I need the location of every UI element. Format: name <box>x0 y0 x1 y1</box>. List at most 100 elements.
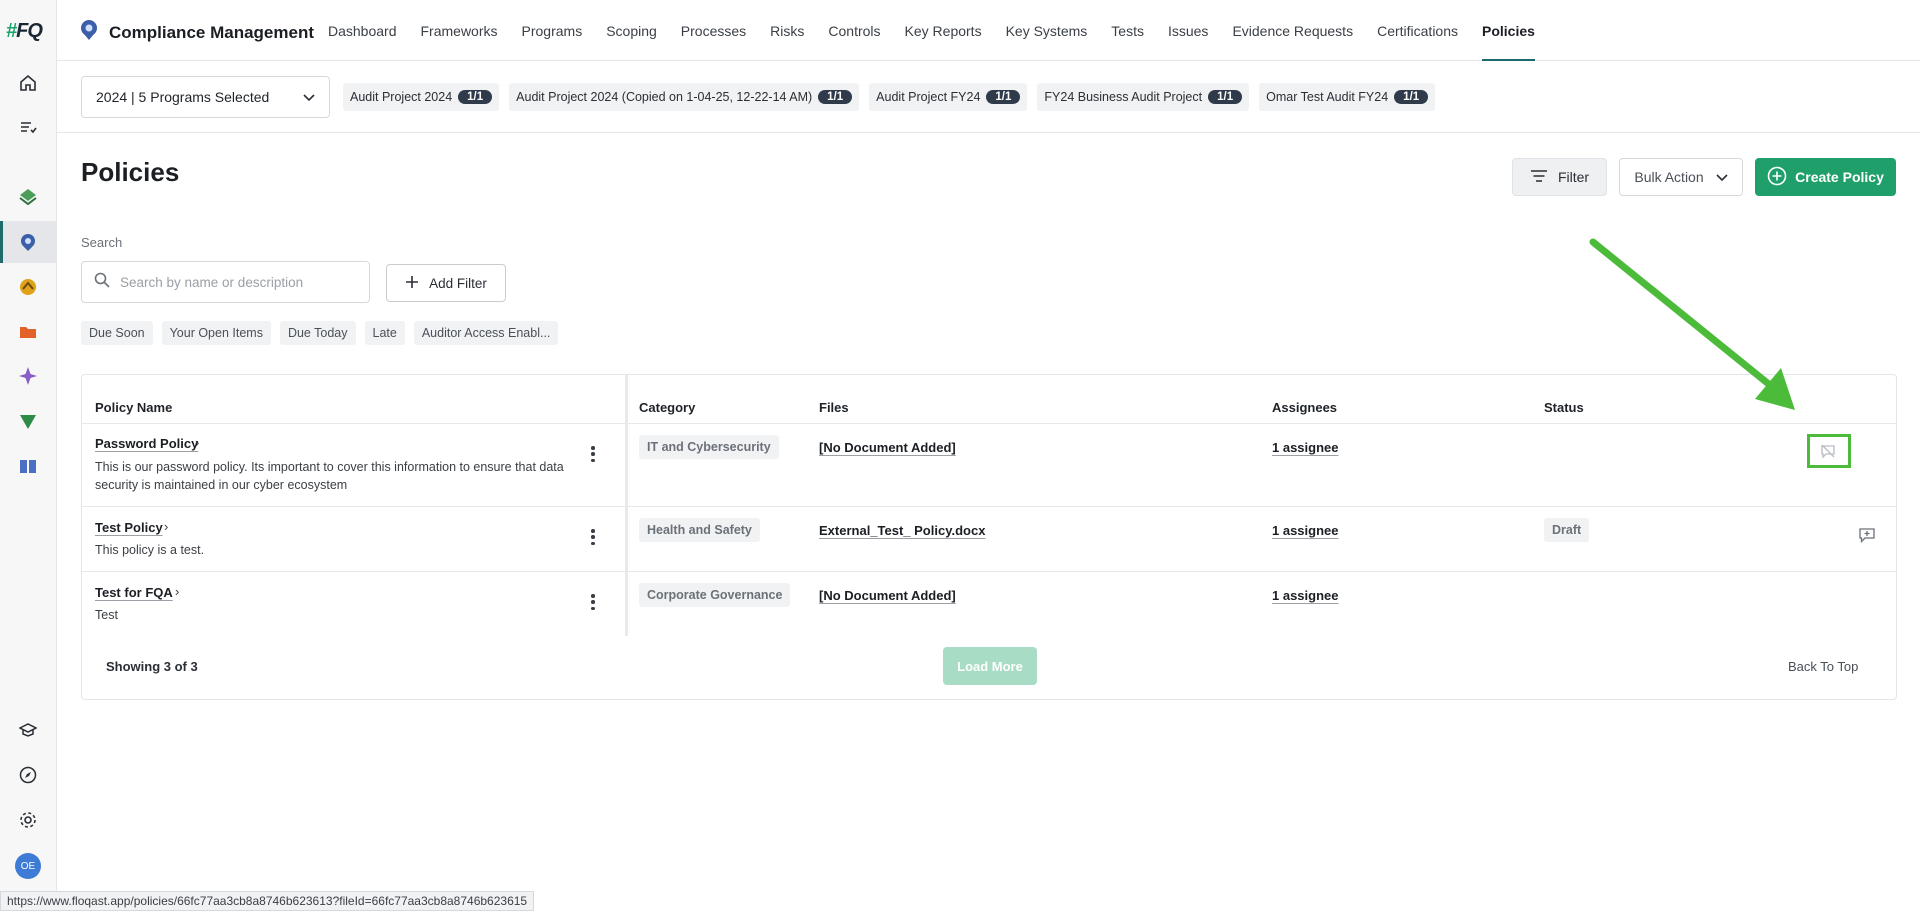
learning-cap-icon[interactable] <box>16 718 40 742</box>
assignees-link[interactable]: 1 assignee <box>1272 523 1339 538</box>
program-chip-label: Omar Test Audit FY24 <box>1266 90 1389 104</box>
folder-icon[interactable] <box>16 320 40 344</box>
annotation-arrow-icon <box>1589 238 1795 410</box>
create-policy-label: Create Policy <box>1795 169 1884 185</box>
nav-issues[interactable]: Issues <box>1168 0 1208 61</box>
user-avatar[interactable]: OE <box>15 853 41 879</box>
quick-filter-due-soon[interactable]: Due Soon <box>81 321 153 345</box>
column-header-policy-name[interactable]: Policy Name <box>95 400 172 415</box>
filter-button[interactable]: Filter <box>1512 158 1607 196</box>
policy-description: This policy is a test. <box>95 543 205 557</box>
row-menu-icon[interactable] <box>588 593 598 611</box>
program-chip[interactable]: Omar Test Audit FY24 1/1 <box>1259 83 1436 111</box>
policy-description: This is our password policy. Its importa… <box>95 460 564 492</box>
policy-name-link[interactable]: Test for FQA <box>95 585 173 600</box>
add-comment-icon[interactable] <box>1856 524 1878 546</box>
nav-frameworks[interactable]: Frameworks <box>421 0 498 61</box>
add-filter-button[interactable]: Add Filter <box>386 264 506 302</box>
policy-name-link[interactable]: Test Policy <box>95 520 163 535</box>
chevron-right-icon[interactable]: › <box>175 584 179 599</box>
column-header-files[interactable]: Files <box>819 400 849 415</box>
program-chip[interactable]: Audit Project FY24 1/1 <box>869 83 1028 111</box>
quick-filters: Due Soon Your Open Items Due Today Late … <box>81 321 559 345</box>
chevron-down-icon <box>1716 169 1728 185</box>
compass-icon[interactable] <box>16 763 40 787</box>
nav-processes[interactable]: Processes <box>681 0 746 61</box>
program-chip[interactable]: Audit Project 2024 1/1 <box>343 83 500 111</box>
nav-programs[interactable]: Programs <box>522 0 583 61</box>
plus-icon <box>405 275 419 292</box>
search-input[interactable] <box>120 274 360 290</box>
category-badge: Health and Safety <box>639 518 760 542</box>
chevron-down-icon <box>303 89 315 105</box>
file-link[interactable]: External_Test_ Policy.docx <box>819 523 985 538</box>
quick-filter-auditor-access[interactable]: Auditor Access Enabl... <box>413 321 559 345</box>
file-link[interactable]: [No Document Added] <box>819 588 956 603</box>
assignees-link[interactable]: 1 assignee <box>1272 440 1339 455</box>
chevron-right-icon[interactable]: › <box>164 519 168 534</box>
annotation-highlight-box <box>1807 434 1851 468</box>
nav-certifications[interactable]: Certifications <box>1377 0 1458 61</box>
filter-lines-icon <box>1530 169 1548 186</box>
nav-evidence-requests[interactable]: Evidence Requests <box>1232 0 1353 61</box>
home-icon[interactable] <box>16 71 40 95</box>
file-link[interactable]: [No Document Added] <box>819 440 956 455</box>
quick-filter-your-open-items[interactable]: Your Open Items <box>161 321 271 345</box>
settings-gear-icon[interactable] <box>16 808 40 832</box>
back-to-top-link[interactable]: Back To Top <box>1788 659 1858 674</box>
sparkle-icon[interactable] <box>16 364 40 388</box>
filter-button-label: Filter <box>1557 169 1590 185</box>
search-icon <box>94 272 110 293</box>
nav-tests[interactable]: Tests <box>1111 0 1144 61</box>
category-badge: IT and Cybersecurity <box>639 435 779 459</box>
divider <box>82 506 1896 507</box>
search-label: Search <box>81 235 123 250</box>
plus-circle-icon <box>1767 166 1787 189</box>
nav-key-reports[interactable]: Key Reports <box>905 0 982 61</box>
policy-name-link[interactable]: Password Policy <box>95 436 198 451</box>
bulk-action-dropdown[interactable]: Bulk Action <box>1619 158 1743 196</box>
quick-filter-late[interactable]: Late <box>364 321 405 345</box>
nav-risks[interactable]: Risks <box>770 0 804 61</box>
chevron-right-icon[interactable]: › <box>195 435 199 450</box>
app-title: Compliance Management <box>109 22 314 42</box>
compliance-shield-icon[interactable] <box>16 230 40 254</box>
row-menu-icon[interactable] <box>588 528 598 546</box>
tasks-list-icon[interactable] <box>16 115 40 139</box>
column-header-assignees[interactable]: Assignees <box>1272 400 1337 415</box>
close-module-icon[interactable] <box>16 185 40 209</box>
program-chip[interactable]: FY24 Business Audit Project 1/1 <box>1037 83 1250 111</box>
nav-controls[interactable]: Controls <box>828 0 880 61</box>
bulk-action-label: Bulk Action <box>1634 169 1704 185</box>
programs-bar: 2024 | 5 Programs Selected Audit Project… <box>57 61 1920 133</box>
book-icon[interactable] <box>16 454 40 478</box>
nav-key-systems[interactable]: Key Systems <box>1006 0 1088 61</box>
divider <box>82 571 1896 572</box>
assignees-link[interactable]: 1 assignee <box>1272 588 1339 603</box>
nav-policies[interactable]: Policies <box>1482 0 1535 61</box>
load-more-button[interactable]: Load More <box>943 647 1037 685</box>
quick-filter-due-today[interactable]: Due Today <box>279 321 356 345</box>
program-chip-label: Audit Project FY24 <box>876 90 981 104</box>
top-navigation-bar: Compliance Management Dashboard Framewor… <box>57 0 1920 61</box>
search-field[interactable] <box>81 261 370 303</box>
app-brand: Compliance Management <box>79 19 314 46</box>
nav-scoping[interactable]: Scoping <box>606 0 657 61</box>
row-menu-icon[interactable] <box>588 445 598 463</box>
nav-dashboard[interactable]: Dashboard <box>328 0 397 61</box>
compliance-app-icon <box>79 19 99 46</box>
main-nav: Dashboard Frameworks Programs Scoping Pr… <box>328 0 1559 61</box>
send-plane-icon[interactable] <box>16 409 40 433</box>
add-filter-label: Add Filter <box>429 275 487 291</box>
column-header-status[interactable]: Status <box>1544 400 1584 415</box>
reconciliation-icon[interactable] <box>16 275 40 299</box>
program-chips: Audit Project 2024 1/1 Audit Project 2024… <box>343 83 1436 111</box>
column-header-category[interactable]: Category <box>639 400 695 415</box>
create-policy-button[interactable]: Create Policy <box>1755 158 1896 196</box>
program-chip[interactable]: Audit Project 2024 (Copied on 1-04-25, 1… <box>509 83 860 111</box>
floqast-logo[interactable]: #FQ <box>6 20 43 43</box>
program-chip-label: Audit Project 2024 <box>350 90 453 104</box>
program-chip-count: 1/1 <box>986 90 1021 104</box>
program-chip-label: FY24 Business Audit Project <box>1044 90 1203 104</box>
program-selector[interactable]: 2024 | 5 Programs Selected <box>81 76 330 118</box>
